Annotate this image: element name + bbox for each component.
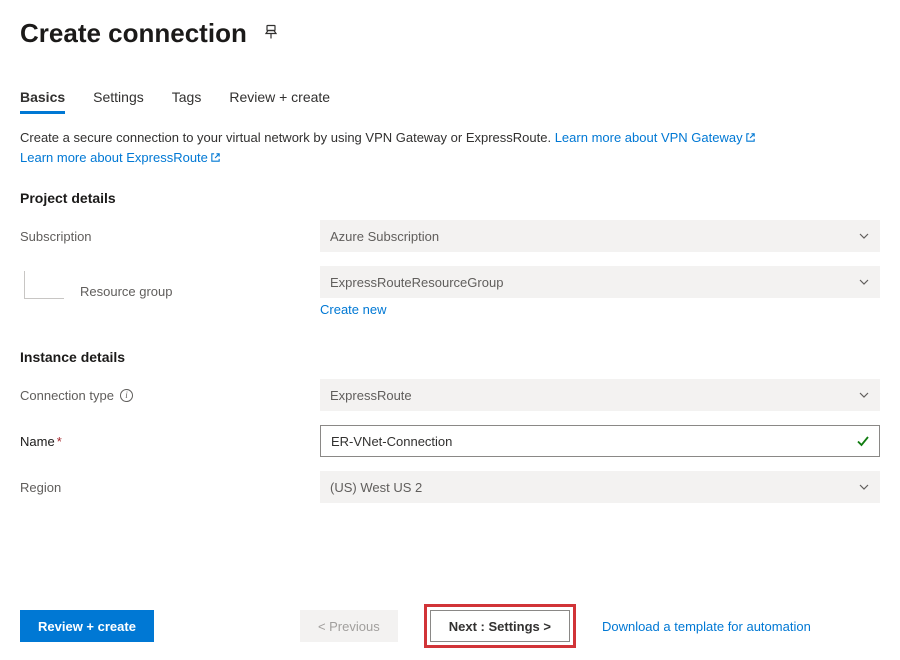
region-select[interactable]: (US) West US 2 <box>320 471 880 503</box>
external-link-icon <box>210 152 221 163</box>
chevron-down-icon <box>858 230 870 242</box>
tab-tags[interactable]: Tags <box>172 89 202 114</box>
name-label: Name* <box>20 434 62 449</box>
connection-type-select[interactable]: ExpressRoute <box>320 379 880 411</box>
chevron-down-icon <box>858 389 870 401</box>
indent-connector <box>24 271 64 299</box>
intro-text: Create a secure connection to your virtu… <box>20 128 880 168</box>
connection-type-value: ExpressRoute <box>330 388 412 403</box>
resource-group-value: ExpressRouteResourceGroup <box>330 275 503 290</box>
checkmark-icon <box>856 434 870 448</box>
section-instance-details: Instance details <box>20 349 880 365</box>
intro-copy: Create a secure connection to your virtu… <box>20 130 555 145</box>
region-label: Region <box>20 480 61 495</box>
resource-group-select[interactable]: ExpressRouteResourceGroup <box>320 266 880 298</box>
tab-basics[interactable]: Basics <box>20 89 65 114</box>
section-project-details: Project details <box>20 190 880 206</box>
resource-group-label: Resource group <box>80 284 173 299</box>
chevron-down-icon <box>858 481 870 493</box>
tab-settings[interactable]: Settings <box>93 89 144 114</box>
pin-icon[interactable] <box>263 24 279 43</box>
region-value: (US) West US 2 <box>330 480 422 495</box>
subscription-value: Azure Subscription <box>330 229 439 244</box>
wizard-tabs: Basics Settings Tags Review + create <box>20 89 880 114</box>
name-input[interactable] <box>320 425 880 457</box>
chevron-down-icon <box>858 276 870 288</box>
page-title: Create connection <box>20 18 247 49</box>
next-highlight-box: Next : Settings > <box>424 604 576 648</box>
wizard-footer: Review + create < Previous Next : Settin… <box>20 604 880 648</box>
review-create-button[interactable]: Review + create <box>20 610 154 642</box>
learn-er-link[interactable]: Learn more about ExpressRoute <box>20 150 221 165</box>
connection-type-label: Connection type <box>20 388 114 403</box>
info-icon[interactable]: i <box>120 389 133 402</box>
create-new-rg-link[interactable]: Create new <box>320 302 880 317</box>
tab-review[interactable]: Review + create <box>229 89 330 114</box>
subscription-select[interactable]: Azure Subscription <box>320 220 880 252</box>
next-button[interactable]: Next : Settings > <box>430 610 570 642</box>
download-template-link[interactable]: Download a template for automation <box>602 619 811 634</box>
subscription-label: Subscription <box>20 229 92 244</box>
external-link-icon <box>745 132 756 143</box>
previous-button[interactable]: < Previous <box>300 610 398 642</box>
learn-vpn-link[interactable]: Learn more about VPN Gateway <box>555 130 756 145</box>
